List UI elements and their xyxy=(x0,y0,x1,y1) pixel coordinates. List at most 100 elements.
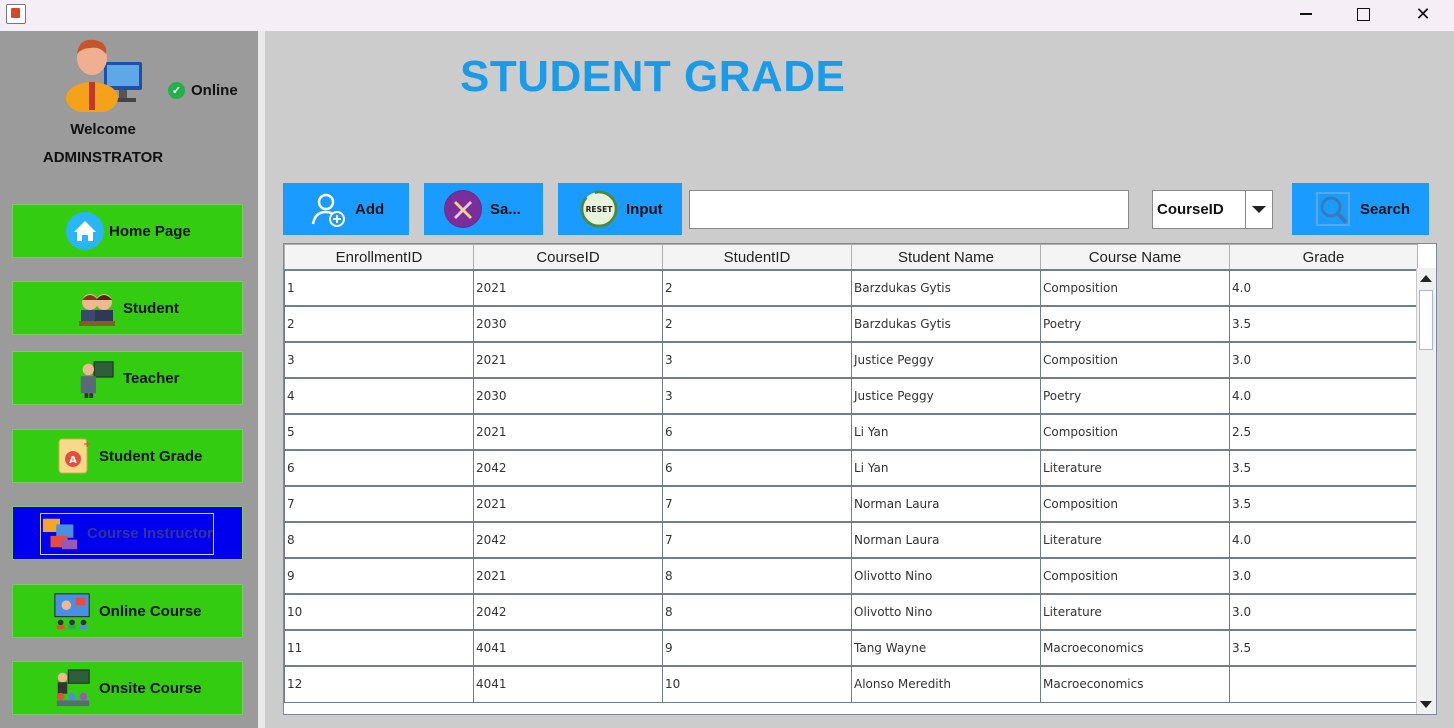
scroll-thumb[interactable] xyxy=(1419,290,1433,350)
table-cell[interactable]: 2042 xyxy=(473,593,663,631)
table-cell[interactable]: 3.0 xyxy=(1229,593,1418,631)
table-cell[interactable]: 2021 xyxy=(473,413,663,451)
table-cell[interactable]: 9 xyxy=(662,629,852,667)
table-row[interactable]: 5 2021 6 Li Yan Composition 2.5 xyxy=(284,413,1418,451)
close-button[interactable]: ✕ xyxy=(1393,0,1453,28)
table-cell[interactable]: 4041 xyxy=(473,665,663,703)
table-cell[interactable]: 3.5 xyxy=(1229,485,1418,523)
table-cell[interactable]: Olivotto Nino xyxy=(851,593,1041,631)
table-cell[interactable]: 2 xyxy=(662,269,852,307)
table-cell[interactable]: 2021 xyxy=(473,269,663,307)
table-cell[interactable]: 5 xyxy=(284,413,474,451)
table-cell[interactable]: 2.5 xyxy=(1229,413,1418,451)
sidebar-item-teacher[interactable]: Teacher xyxy=(12,351,243,405)
table-cell[interactable]: 3 xyxy=(662,377,852,415)
table-cell[interactable]: 8 xyxy=(662,557,852,595)
scroll-down-icon[interactable] xyxy=(1420,701,1432,708)
table-cell[interactable]: Norman Laura xyxy=(851,485,1041,523)
table-cell[interactable]: Literature xyxy=(1040,521,1230,559)
table-cell[interactable]: Alonso Meredith xyxy=(851,665,1041,703)
table-cell[interactable]: 2021 xyxy=(473,485,663,523)
table-row[interactable]: 1 2021 2 Barzdukas Gytis Composition 4.0 xyxy=(284,269,1418,307)
sidebar-item-onsite-course[interactable]: Onsite Course xyxy=(12,661,243,715)
table-cell[interactable]: 2021 xyxy=(473,557,663,595)
table-cell[interactable] xyxy=(1229,665,1418,703)
table-cell[interactable]: Li Yan xyxy=(851,449,1041,487)
table-cell[interactable]: 3.5 xyxy=(1229,449,1418,487)
table-cell[interactable]: 4.0 xyxy=(1229,521,1418,559)
column-header[interactable]: Student Name xyxy=(851,244,1041,271)
table-cell[interactable]: 12 xyxy=(284,665,474,703)
table-cell[interactable]: 2 xyxy=(662,305,852,343)
table-row[interactable]: 6 2042 6 Li Yan Literature 3.5 xyxy=(284,449,1418,487)
table-cell[interactable]: Poetry xyxy=(1040,377,1230,415)
table-row[interactable]: 9 2021 8 Olivotto Nino Composition 3.0 xyxy=(284,557,1418,595)
table-cell[interactable]: 2030 xyxy=(473,377,663,415)
table-cell[interactable]: Composition xyxy=(1040,557,1230,595)
table-cell[interactable]: 2021 xyxy=(473,341,663,379)
table-cell[interactable]: Composition xyxy=(1040,269,1230,307)
table-cell[interactable]: 8 xyxy=(662,593,852,631)
column-header[interactable]: Grade xyxy=(1229,244,1418,271)
search-field-select[interactable]: CourseID xyxy=(1152,190,1273,229)
sidebar-item-home-page[interactable]: Home Page xyxy=(12,204,243,258)
add-button[interactable]: Add xyxy=(283,183,409,235)
table-cell[interactable]: 3.5 xyxy=(1229,629,1418,667)
scroll-up-icon[interactable] xyxy=(1420,275,1432,282)
table-row[interactable]: 7 2021 7 Norman Laura Composition 3.5 xyxy=(284,485,1418,523)
table-cell[interactable]: 6 xyxy=(284,449,474,487)
table-cell[interactable]: 8 xyxy=(284,521,474,559)
table-cell[interactable]: Composition xyxy=(1040,341,1230,379)
column-header[interactable]: CourseID xyxy=(473,244,663,271)
sidebar-item-course-instructor[interactable]: Course Instructor xyxy=(12,506,243,560)
table-cell[interactable]: 6 xyxy=(662,449,852,487)
table-row[interactable]: 10 2042 8 Olivotto Nino Literature 3.0 xyxy=(284,593,1418,631)
column-header[interactable]: Course Name xyxy=(1040,244,1230,271)
minimize-button[interactable] xyxy=(1276,0,1336,28)
table-cell[interactable]: Justice Peggy xyxy=(851,377,1041,415)
table-cell[interactable]: 10 xyxy=(284,593,474,631)
table-row[interactable]: 8 2042 7 Norman Laura Literature 4.0 xyxy=(284,521,1418,559)
table-cell[interactable]: 3.0 xyxy=(1229,341,1418,379)
table-cell[interactable]: 3 xyxy=(284,341,474,379)
table-row[interactable]: 4 2030 3 Justice Peggy Poetry 4.0 xyxy=(284,377,1418,415)
table-cell[interactable]: Tang Wayne xyxy=(851,629,1041,667)
column-header[interactable]: StudentID xyxy=(662,244,852,271)
search-input[interactable] xyxy=(689,190,1129,229)
table-cell[interactable]: Composition xyxy=(1040,413,1230,451)
maximize-button[interactable] xyxy=(1333,0,1393,28)
table-cell[interactable]: Barzdukas Gytis xyxy=(851,305,1041,343)
table-cell[interactable]: Norman Laura xyxy=(851,521,1041,559)
table-cell[interactable]: 3.5 xyxy=(1229,305,1418,343)
table-cell[interactable]: 2042 xyxy=(473,521,663,559)
table-cell[interactable]: Olivotto Nino xyxy=(851,557,1041,595)
sidebar-item-online-course[interactable]: Online Course xyxy=(12,584,243,638)
chevron-down-icon[interactable] xyxy=(1245,191,1272,228)
table-row[interactable]: 11 4041 9 Tang Wayne Macroeconomics 3.5 xyxy=(284,629,1418,667)
table-cell[interactable]: 1 xyxy=(284,269,474,307)
table-cell[interactable]: 7 xyxy=(284,485,474,523)
table-cell[interactable]: Macroeconomics xyxy=(1040,665,1230,703)
vertical-scrollbar[interactable] xyxy=(1416,268,1436,714)
table-cell[interactable]: 4.0 xyxy=(1229,269,1418,307)
grades-table[interactable]: EnrollmentID CourseID StudentID Student Nam… xyxy=(283,243,1437,715)
save-button[interactable]: Sa... xyxy=(424,183,543,235)
table-cell[interactable]: Poetry xyxy=(1040,305,1230,343)
table-row[interactable]: 12 4041 10 Alonso Meredith Macroeconomics xyxy=(284,665,1418,703)
table-row[interactable]: 2 2030 2 Barzdukas Gytis Poetry 3.5 xyxy=(284,305,1418,343)
table-cell[interactable]: 3.0 xyxy=(1229,557,1418,595)
table-cell[interactable]: 7 xyxy=(662,485,852,523)
sidebar-item-student-grade[interactable]: A + Student Grade xyxy=(12,429,243,483)
table-cell[interactable]: Literature xyxy=(1040,593,1230,631)
table-cell[interactable]: Justice Peggy xyxy=(851,341,1041,379)
table-cell[interactable]: 11 xyxy=(284,629,474,667)
table-row[interactable]: 3 2021 3 Justice Peggy Composition 3.0 xyxy=(284,341,1418,379)
table-cell[interactable]: 4041 xyxy=(473,629,663,667)
table-cell[interactable]: Literature xyxy=(1040,449,1230,487)
table-cell[interactable]: 4 xyxy=(284,377,474,415)
table-cell[interactable]: 3 xyxy=(662,341,852,379)
table-cell[interactable]: Barzdukas Gytis xyxy=(851,269,1041,307)
input-button[interactable]: RESET Input xyxy=(558,183,682,235)
table-cell[interactable]: Macroeconomics xyxy=(1040,629,1230,667)
search-button[interactable]: Search xyxy=(1292,183,1429,235)
